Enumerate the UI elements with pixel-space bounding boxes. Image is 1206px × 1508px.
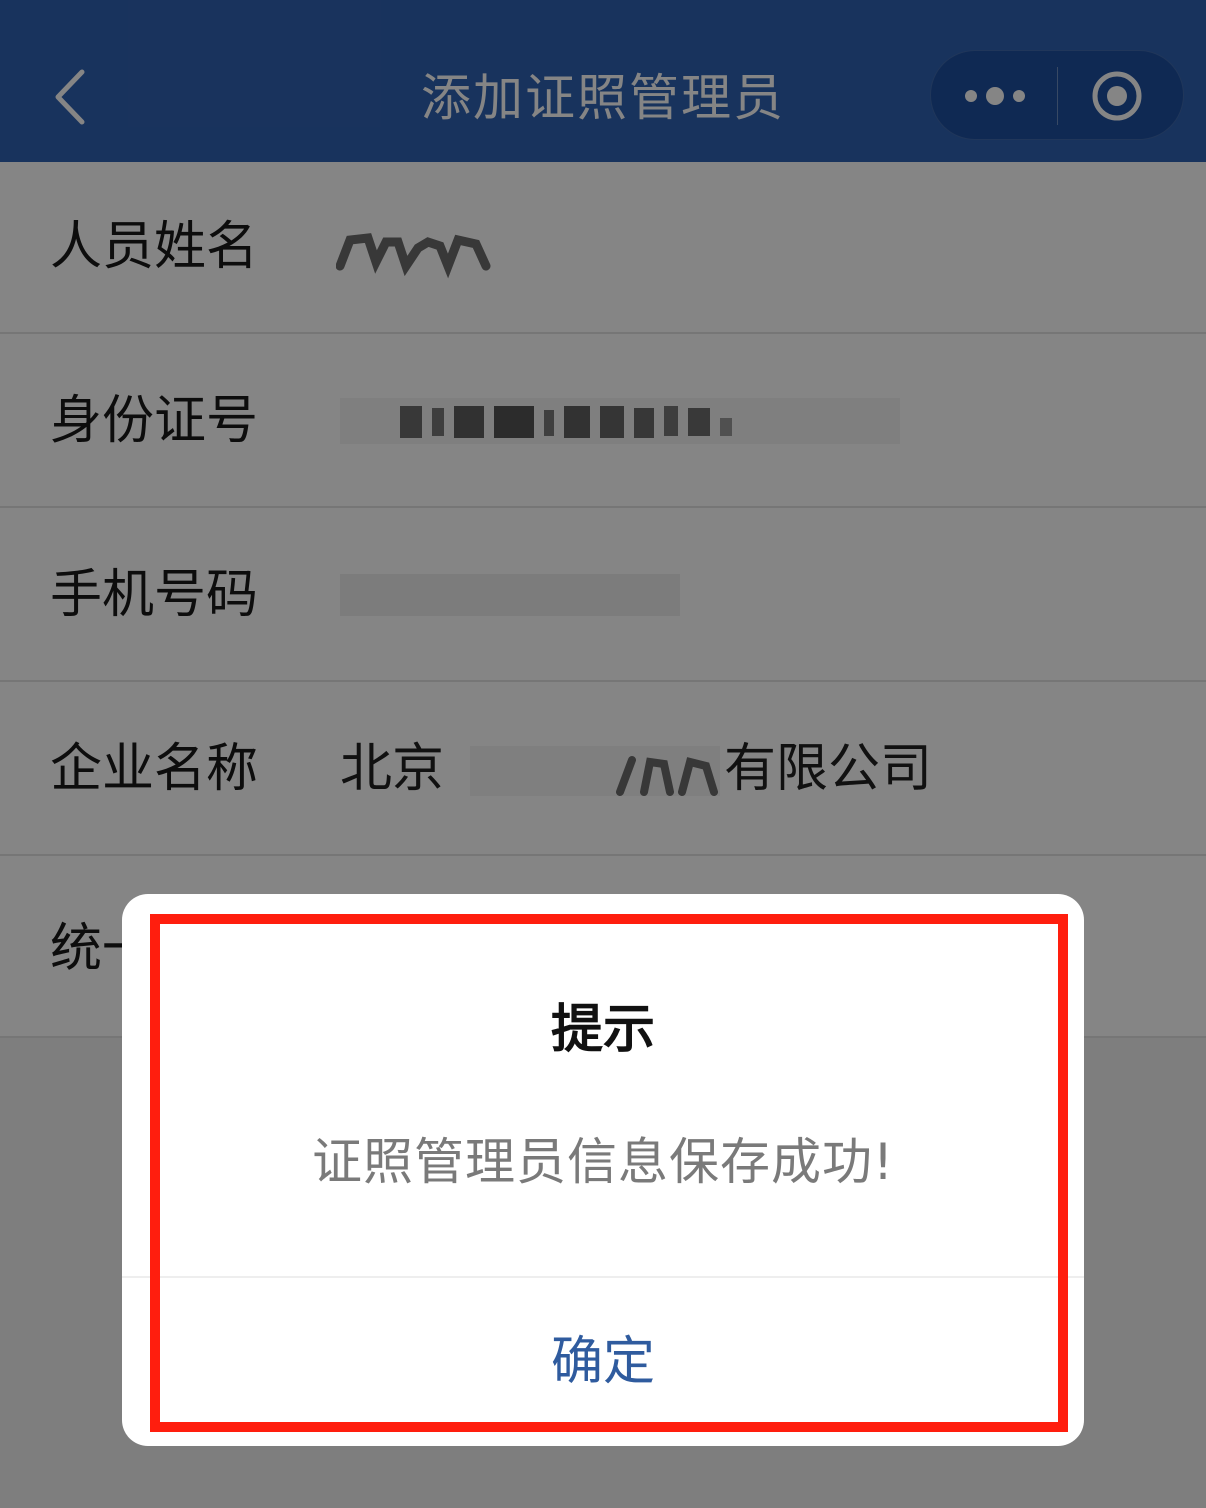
dialog-title: 提示 (550, 1000, 655, 1060)
confirm-button[interactable]: 确定 (122, 1278, 1084, 1446)
alert-dialog: 提示 证照管理员信息保存成功! 确定 (122, 894, 1084, 1446)
app-screen: 添加证照管理员 人员姓名 身份证号 手机号码 企业名称 北京 有限公司 统一 提… (0, 0, 1206, 1508)
dialog-message: 证照管理员信息保存成功! (311, 1133, 895, 1191)
